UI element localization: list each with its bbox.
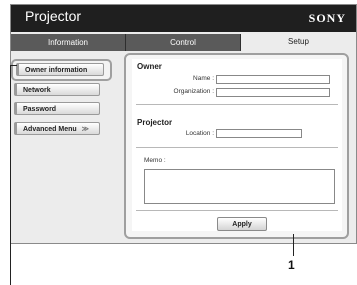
owner-section-title: Owner <box>137 62 162 71</box>
tab-control[interactable]: Control <box>126 34 241 51</box>
location-label: Location : <box>185 130 214 137</box>
section-divider <box>136 104 338 105</box>
tab-setup[interactable]: Setup <box>241 33 356 51</box>
name-label: Name : <box>193 75 214 82</box>
section-divider <box>136 210 338 211</box>
tab-bar: Information Control Setup <box>11 32 356 51</box>
projector-section-title: Projector <box>137 118 173 127</box>
double-chevron-down-icon: ≫ <box>81 126 89 133</box>
sidebar-item-label: Password <box>23 106 57 113</box>
sidebar-item-network[interactable]: Network <box>14 83 100 96</box>
apply-button[interactable]: Apply <box>217 217 267 231</box>
sidebar-item-owner-information[interactable]: Owner information <box>16 63 104 76</box>
memo-label: Memo : <box>144 157 166 164</box>
callout-leader-line <box>10 65 11 285</box>
settings-form: Owner Name : Organization : Projector Lo… <box>132 59 342 231</box>
location-field[interactable] <box>216 129 302 138</box>
header-bar: Projector SONY <box>11 5 356 32</box>
sidebar-item-password[interactable]: Password <box>14 102 100 115</box>
sidebar-item-label: Advanced Menu <box>23 126 77 133</box>
settings-panel: Owner Name : Organization : Projector Lo… <box>124 53 349 239</box>
memo-textarea[interactable] <box>144 169 335 204</box>
organization-label: Organization : <box>173 88 214 95</box>
brand-logo: SONY <box>308 11 346 25</box>
organization-field[interactable] <box>216 88 330 97</box>
section-divider <box>136 147 338 148</box>
callout-leader-line <box>293 234 294 256</box>
callout-leader-line <box>10 65 17 66</box>
sidebar-item-label: Owner information <box>25 67 88 74</box>
sidebar-item-label: Network <box>23 87 51 94</box>
tab-information[interactable]: Information <box>11 34 126 51</box>
sidebar-item-advanced-menu[interactable]: Advanced Menu ≫ <box>14 122 100 135</box>
app-title: Projector <box>25 8 82 24</box>
browser-screen: Projector SONY Information Control Setup… <box>10 4 357 244</box>
name-field[interactable] <box>216 75 330 84</box>
callout-number: 1 <box>288 258 295 272</box>
